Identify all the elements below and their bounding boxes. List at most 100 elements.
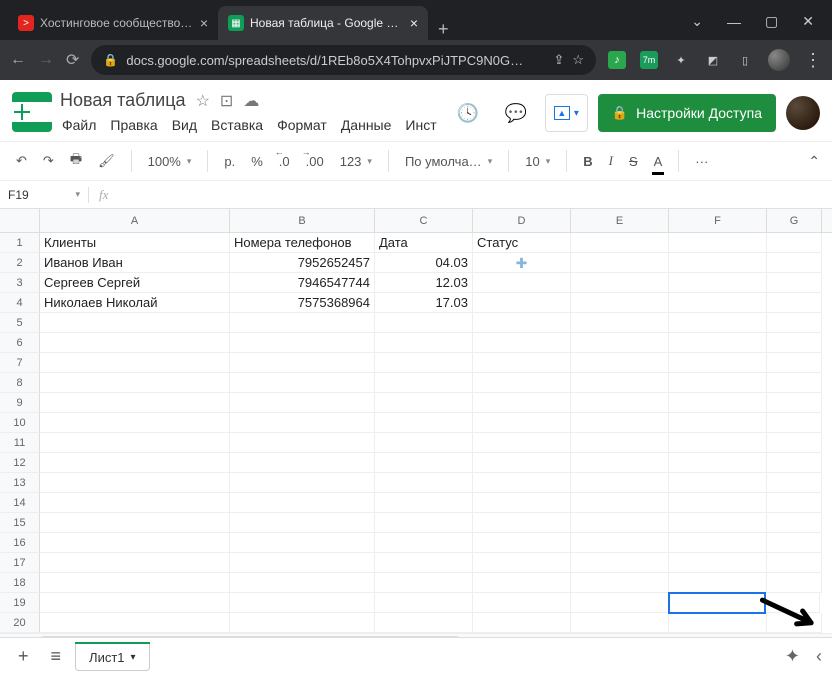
cell[interactable] — [375, 473, 473, 493]
column-header[interactable]: A — [40, 209, 230, 232]
row-header[interactable]: 2 — [0, 253, 40, 273]
cell[interactable] — [40, 493, 230, 513]
all-sheets-button[interactable]: ≡ — [43, 642, 70, 671]
cell[interactable] — [669, 553, 767, 573]
cell[interactable] — [40, 453, 230, 473]
cell[interactable] — [571, 413, 669, 433]
cell[interactable] — [668, 592, 766, 614]
cell[interactable]: 12.03 — [375, 273, 473, 293]
cell[interactable] — [40, 353, 230, 373]
cell[interactable] — [473, 473, 571, 493]
cell[interactable] — [767, 413, 822, 433]
menu-tools[interactable]: Инст — [405, 117, 436, 133]
menu-file[interactable]: Файл — [62, 117, 96, 133]
add-sheet-button[interactable]: + — [10, 642, 37, 671]
cell[interactable]: Иванов Иван — [40, 253, 230, 273]
column-header[interactable]: B — [230, 209, 375, 232]
font-size-select[interactable]: 10 — [521, 150, 554, 173]
cell[interactable] — [571, 553, 669, 573]
cell[interactable] — [473, 373, 571, 393]
cell[interactable] — [40, 373, 230, 393]
cell[interactable] — [767, 453, 822, 473]
column-header[interactable]: C — [375, 209, 473, 232]
italic-button[interactable]: I — [605, 149, 617, 173]
more-toolbar-button[interactable]: ··· — [691, 150, 712, 173]
cell[interactable] — [767, 273, 822, 293]
cell[interactable] — [571, 473, 669, 493]
cell[interactable] — [230, 533, 375, 553]
cell[interactable] — [669, 373, 767, 393]
paintformat-icon[interactable]: 🖌 — [94, 149, 119, 173]
row-header[interactable]: 13 — [0, 473, 40, 493]
sheets-logo-icon[interactable] — [12, 92, 52, 132]
cell[interactable] — [669, 613, 767, 633]
cell[interactable] — [230, 553, 375, 573]
cell[interactable] — [40, 553, 230, 573]
close-window-icon[interactable]: ✕ — [802, 13, 814, 30]
cell[interactable]: Сергеев Сергей — [40, 273, 230, 293]
extension-icon[interactable]: ◩ — [704, 51, 722, 69]
cell[interactable] — [375, 413, 473, 433]
cell[interactable] — [230, 493, 375, 513]
cell[interactable] — [767, 493, 822, 513]
extensions-menu-icon[interactable]: ✦ — [672, 51, 690, 69]
cell[interactable] — [473, 453, 571, 473]
profile-avatar[interactable] — [768, 49, 790, 71]
decrease-decimal-button[interactable]: ←.0 — [275, 150, 294, 173]
row-header[interactable]: 4 — [0, 293, 40, 313]
extension-icon[interactable]: 7m — [640, 51, 658, 69]
cell[interactable] — [375, 333, 473, 353]
cell[interactable] — [473, 513, 571, 533]
cell[interactable] — [473, 433, 571, 453]
cell[interactable] — [669, 293, 767, 313]
row-header[interactable]: 6 — [0, 333, 40, 353]
cell[interactable] — [40, 613, 230, 633]
cell[interactable] — [230, 373, 375, 393]
cell[interactable] — [473, 573, 571, 593]
spreadsheet-grid[interactable]: ABCDEFG 1КлиентыНомера телефоновДатаСтат… — [0, 209, 832, 637]
account-avatar[interactable] — [786, 96, 820, 130]
close-icon[interactable]: × — [200, 15, 208, 31]
cell[interactable] — [571, 593, 669, 613]
row-header[interactable]: 1 — [0, 233, 40, 253]
text-color-button[interactable]: A — [650, 150, 667, 173]
row-header[interactable]: 8 — [0, 373, 40, 393]
cell[interactable] — [571, 353, 669, 373]
cell[interactable] — [230, 593, 375, 613]
row-header[interactable]: 3 — [0, 273, 40, 293]
cell[interactable] — [473, 533, 571, 553]
cell[interactable] — [669, 493, 767, 513]
cell[interactable] — [473, 613, 571, 633]
cell[interactable] — [40, 413, 230, 433]
cell[interactable] — [473, 293, 571, 313]
collapse-toolbar-icon[interactable]: ⌃ — [808, 153, 820, 170]
chevron-down-icon[interactable]: ⌄ — [691, 13, 703, 30]
name-box[interactable]: F19 ▾ — [0, 188, 88, 202]
cell[interactable] — [230, 453, 375, 473]
cell[interactable] — [40, 393, 230, 413]
move-icon[interactable]: ⊡ — [220, 91, 233, 111]
cell[interactable] — [473, 333, 571, 353]
cell[interactable] — [473, 413, 571, 433]
cell[interactable] — [375, 593, 473, 613]
cell[interactable] — [230, 413, 375, 433]
currency-button[interactable]: р. — [220, 150, 239, 173]
cell[interactable] — [767, 313, 822, 333]
cell[interactable] — [571, 533, 669, 553]
cell[interactable]: 7946547744 — [230, 273, 375, 293]
row-header[interactable]: 14 — [0, 493, 40, 513]
row-header[interactable]: 18 — [0, 573, 40, 593]
cell[interactable] — [767, 573, 822, 593]
cell[interactable]: 7952652457 — [230, 253, 375, 273]
cell[interactable] — [375, 553, 473, 573]
cell[interactable]: ✚ — [473, 253, 571, 273]
present-button[interactable]: ▲ ▾ — [545, 94, 588, 132]
browser-tab-active[interactable]: ▦ Новая таблица - Google Табли… × — [218, 6, 428, 40]
doc-title[interactable]: Новая таблица — [60, 90, 186, 111]
strike-button[interactable]: S — [625, 150, 642, 173]
cell[interactable] — [40, 593, 230, 613]
cell[interactable] — [571, 393, 669, 413]
cell[interactable] — [375, 613, 473, 633]
cell[interactable] — [669, 413, 767, 433]
cell[interactable] — [669, 533, 767, 553]
